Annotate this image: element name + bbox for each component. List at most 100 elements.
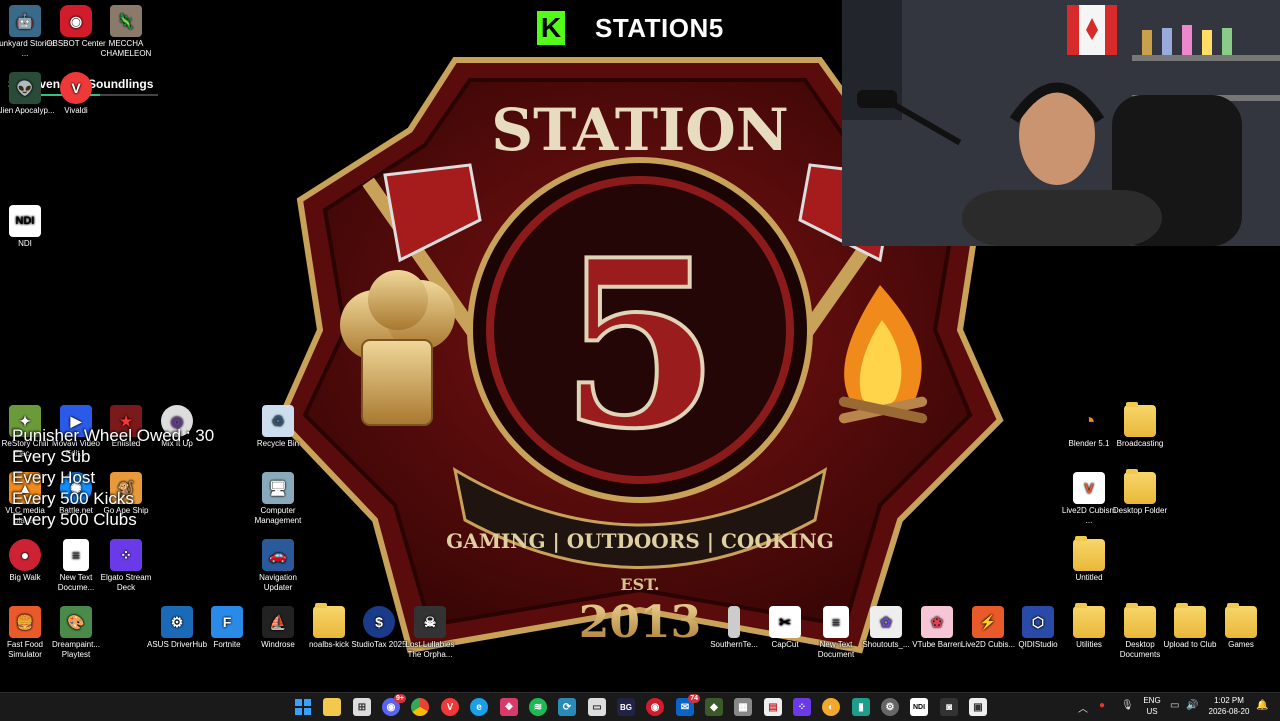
desktop-icon-games[interactable]: Games: [1211, 603, 1271, 650]
navigation-updater-icon: 🚗: [262, 539, 294, 571]
calculator-icon[interactable]: ▦: [734, 698, 752, 716]
wheel-line: Every Sub: [12, 447, 91, 466]
desktop-icon-ndi[interactable]: NDI NDI: [0, 205, 55, 249]
notification-bell-icon[interactable]: 🔔: [1256, 700, 1268, 711]
document-icon[interactable]: ▤: [764, 698, 782, 716]
live2d-icon: ⚡: [972, 606, 1004, 638]
dreampaint-icon: 🎨: [60, 606, 92, 638]
vivaldi-icon: V: [60, 72, 92, 104]
discord-badge: 9+: [394, 694, 406, 703]
network-icon[interactable]: ▭: [1170, 700, 1179, 711]
edge-icon[interactable]: e: [470, 698, 488, 716]
clock[interactable]: 1:02 PM 2026-08-20: [1206, 695, 1252, 717]
window-icon[interactable]: ▭: [588, 698, 606, 716]
text-document-icon: ≡: [63, 539, 89, 571]
app-icon[interactable]: ❖: [500, 698, 518, 716]
live2d-icon: V: [1073, 472, 1105, 504]
folder-icon: [313, 603, 345, 638]
show-hidden-icons-chevron-up-icon[interactable]: ︿: [1078, 700, 1088, 715]
logo-year: 2013: [579, 597, 701, 648]
channel-name: STATION5: [595, 12, 724, 43]
junkyard-icon: 🤖: [9, 5, 41, 37]
desktop-icon-recycle-bin[interactable]: ♻ Recycle Bin: [248, 405, 308, 449]
logo-est: EST.: [620, 575, 659, 594]
volume-icon[interactable]: 🔊: [1186, 700, 1198, 711]
bigwalk-icon: ●: [9, 539, 41, 571]
notes-icon[interactable]: ▣: [969, 698, 987, 716]
southern-icon: [728, 606, 740, 638]
asus-gear-icon: ⚙: [161, 606, 193, 638]
windrose-icon: ⛵: [262, 606, 294, 638]
folder-icon: [1124, 402, 1156, 437]
blender-icon: ◔: [1082, 408, 1096, 433]
capcut-icon: ✂: [769, 606, 801, 638]
desktop-icon-lost-lullabies[interactable]: ☠ Lost Lullabies The Orpha...: [400, 606, 460, 660]
wheel-line: Every 500 Clubs: [12, 510, 137, 529]
desktop-icon-computer-management[interactable]: 🖥 Computer Management: [248, 472, 308, 526]
tray-app-icon[interactable]: ●: [1099, 700, 1105, 711]
punisher-wheel-overlay: Punisher Wheel Owed : 30 Every Sub Every…: [12, 425, 214, 530]
chrome-icon[interactable]: [411, 698, 429, 716]
obsbot-icon: ◉: [60, 5, 92, 37]
desktop-icon-dreampaint[interactable]: 🎨 Dreampaint... Playtest: [46, 606, 106, 660]
kick-logo-icon: K: [537, 11, 565, 45]
ndi-icon: NDI: [9, 205, 41, 237]
fastfood-icon: 🍔: [9, 606, 41, 638]
qidi-icon: ⬡: [1022, 606, 1054, 638]
recycle-bin-icon: ♻: [262, 405, 294, 437]
folder-icon: [1225, 603, 1257, 638]
wheel-line: Every Host: [12, 468, 96, 487]
webcam-scene: [842, 0, 1280, 246]
text-document-icon: ≡: [823, 606, 849, 638]
wheel-line: Every 500 Kicks: [12, 489, 134, 508]
obs-icon[interactable]: ◙: [940, 698, 958, 716]
desktop-icon-broadcasting[interactable]: Broadcasting: [1110, 402, 1170, 449]
vivaldi-taskbar-icon[interactable]: V: [441, 698, 459, 716]
kick-channel-overlay: K STATION5: [537, 8, 787, 48]
file-explorer-icon[interactable]: [323, 698, 341, 716]
spotify-icon[interactable]: ≋: [529, 698, 547, 716]
app-icon[interactable]: ⟳: [558, 698, 576, 716]
shoutouts-icon: ✿: [870, 606, 902, 638]
obsbot-taskbar-icon[interactable]: ◉: [646, 698, 664, 716]
studiotax-icon: $: [363, 606, 395, 638]
vtube-icon: ❀: [921, 606, 953, 638]
clock-date: 2026-08-20: [1208, 707, 1250, 716]
folder-icon: [1174, 603, 1206, 638]
fortnite-icon: F: [211, 606, 243, 638]
discord-icon[interactable]: ◉ 9+: [382, 694, 406, 716]
logo-title: STATION: [491, 96, 789, 164]
lost-lullabies-icon: ☠: [414, 606, 446, 638]
computer-management-icon: 🖥: [262, 472, 294, 504]
windows-icon: [295, 699, 311, 715]
store-icon[interactable]: ⊞: [353, 698, 371, 716]
ndi-taskbar-icon[interactable]: NDI: [910, 698, 928, 716]
stream-deck-taskbar-icon[interactable]: ⁘: [793, 698, 811, 716]
mail-badge: 74: [688, 694, 700, 703]
folder-icon: [1073, 603, 1105, 638]
settings-gear-icon[interactable]: ⚙: [881, 698, 899, 716]
folder-icon: [1124, 469, 1156, 504]
game-icon[interactable]: ◆: [705, 698, 723, 716]
bg-app-icon[interactable]: BG: [617, 698, 635, 716]
language-indicator[interactable]: ENG US: [1141, 695, 1163, 717]
folder-icon: [1073, 536, 1105, 571]
desktop-icon-untitled[interactable]: Untitled: [1059, 536, 1119, 583]
desktop-icon-stream-deck[interactable]: ⁘ Elgato Stream Deck: [96, 539, 156, 593]
desktop-icon-desktop-folder[interactable]: Desktop Folder: [1110, 469, 1170, 516]
desktop-icon-vivaldi[interactable]: V Vivaldi: [46, 72, 106, 116]
meccha-icon: 🦎: [110, 5, 142, 37]
webcam-feed: [842, 0, 1280, 246]
stream-deck-icon: ⁘: [110, 539, 142, 571]
folder-icon: [1124, 603, 1156, 638]
mail-icon[interactable]: ✉ 74: [676, 694, 700, 716]
clock-time: 1:02 PM: [1214, 696, 1244, 705]
taskbar: ⊞ ◉ 9+ V e ❖ ≋ ⟳ ▭ BG ◉ ✉ 74 ◆ ▦ ▤ ⁘ ◐ ▮ ⚙…: [0, 692, 1280, 721]
microphone-tray-icon[interactable]: 🎙: [1121, 700, 1134, 711]
logo-tagline: GAMING | OUTDOORS | COOKING: [446, 529, 834, 553]
start-button[interactable]: [294, 698, 312, 716]
app-icon[interactable]: ◐: [822, 698, 840, 716]
audio-app-icon[interactable]: ▮: [852, 698, 870, 716]
desktop-icon-meccha[interactable]: 🦎 MECCHA CHAMELEON: [96, 5, 156, 59]
desktop-icon-navigation-updater[interactable]: 🚗 Navigation Updater: [248, 539, 308, 593]
